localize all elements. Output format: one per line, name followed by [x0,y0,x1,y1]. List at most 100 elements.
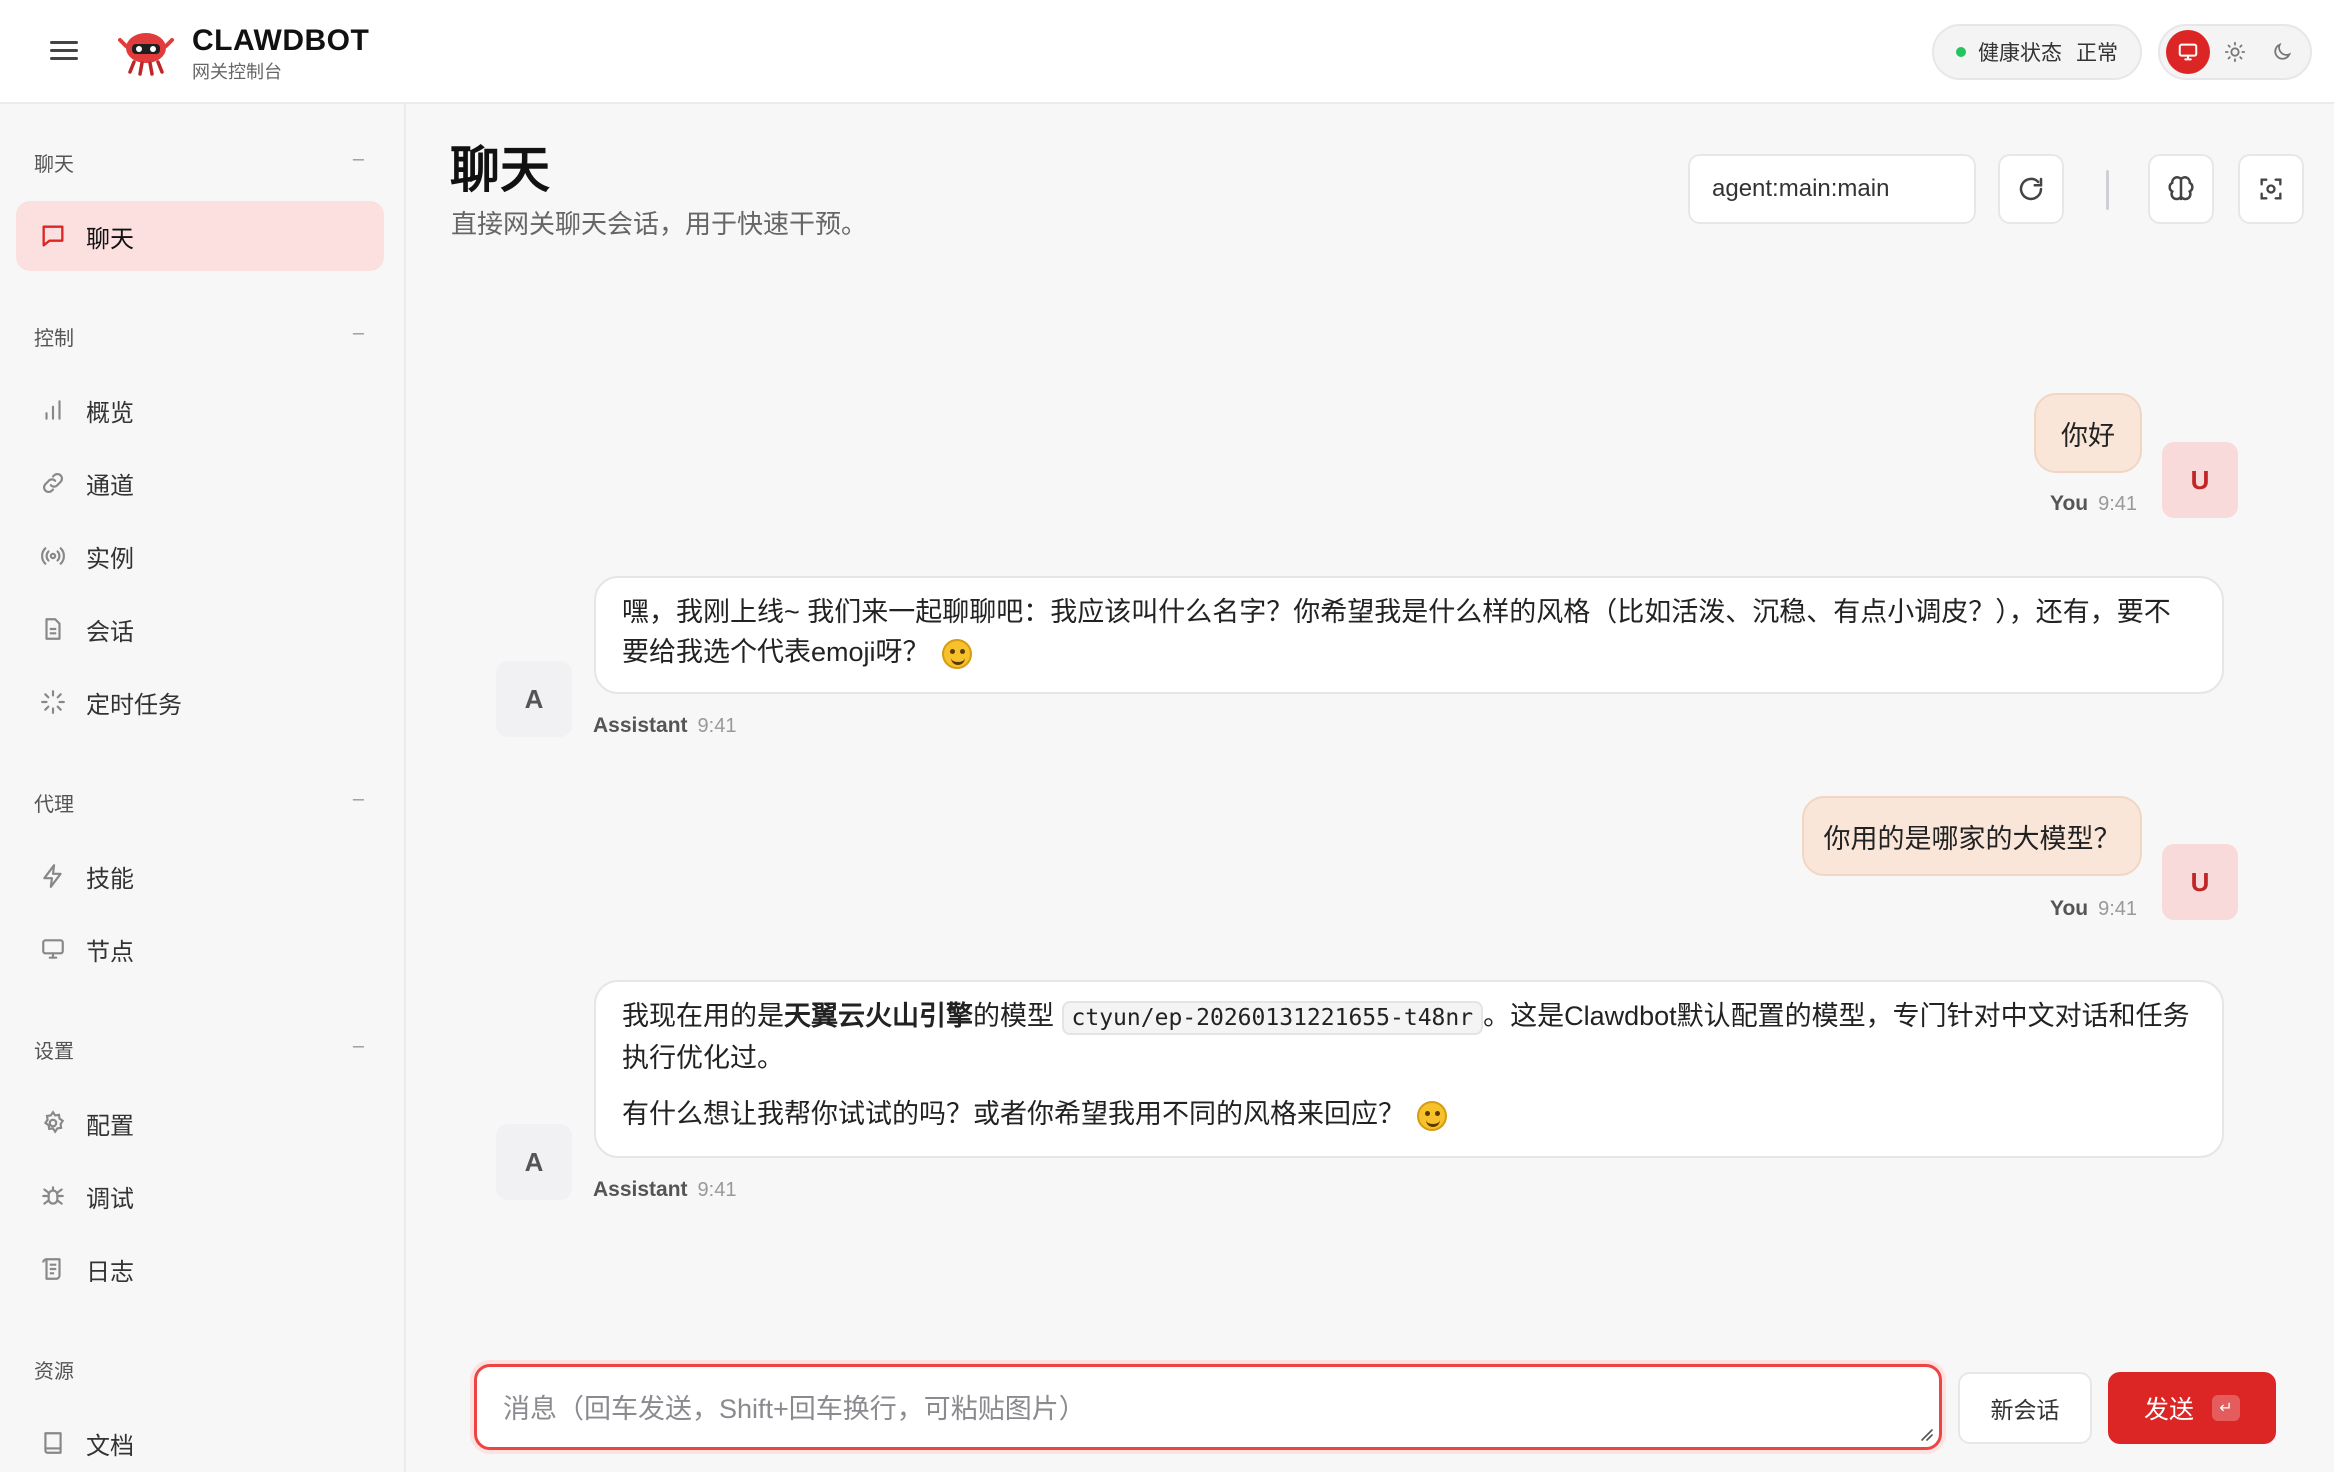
inline-code: ctyun/ep-20260131221655-t48nr [1061,1001,1484,1035]
message-text: 有什么想让我帮你试试的吗？或者你希望我用不同的风格来回应？ [622,1099,1405,1129]
moon-icon[interactable] [2260,30,2304,74]
message-composer [474,1364,1942,1450]
brand-title: CLAWDBOT [192,24,370,57]
sidebar: 聊天 – 聊天 控制 – 概览 通道 实例 会话 定时任务 代理 – 技能 节点… [0,104,406,1472]
health-value: 正常 [2076,42,2118,65]
chat-bubble-icon [36,219,70,253]
sidebar-item-label: 实例 [86,545,134,573]
message-time: 9:41 [697,715,737,737]
sender-name: You [2050,897,2089,920]
sidebar-item-label: 概览 [86,399,134,427]
toolbar-divider [2106,170,2109,210]
section-title: 聊天 [34,154,74,176]
message-time: 9:41 [697,1179,737,1201]
sidebar-item-label: 技能 [86,865,134,893]
monitor-icon[interactable] [2166,30,2210,74]
message-meta: You 9:41 [2050,897,2137,921]
collapse-icon[interactable]: – [353,148,364,171]
loader-icon [36,685,70,719]
sidebar-item-config[interactable]: 配置 [16,1088,384,1158]
message-time: 9:41 [2098,898,2138,920]
document-icon [36,612,70,646]
sidebar-item-label: 调试 [86,1185,134,1213]
collapse-icon[interactable]: – [353,322,364,345]
scroll-icon [36,1252,70,1286]
new-session-button[interactable]: 新会话 [1958,1372,2092,1444]
sidebar-item-skills[interactable]: 技能 [16,841,384,911]
message-paragraph: 我现在用的是天翼云火山引擎的模型 ctyun/ep-20260131221655… [622,996,2196,1078]
sidebar-item-nodes[interactable]: 节点 [16,914,384,984]
sidebar-item-label: 配置 [86,1112,134,1140]
sender-name: You [2050,492,2089,515]
smile-emoji-icon [941,638,972,669]
sidebar-section-chat[interactable]: 聊天 – [34,148,364,177]
message-meta: Assistant 9:41 [593,1178,736,1202]
collapse-icon[interactable]: – [353,788,364,811]
sidebar-section-agent[interactable]: 代理 – [34,788,364,817]
refresh-button[interactable] [1998,154,2064,224]
thinking-toggle-button[interactable] [2148,154,2214,224]
page-title: 聊天 [450,142,550,198]
sidebar-item-instances[interactable]: 实例 [16,521,384,591]
sidebar-item-label: 节点 [86,938,134,966]
sun-icon[interactable] [2213,30,2257,74]
sidebar-item-debug[interactable]: 调试 [16,1161,384,1231]
message-input[interactable] [477,1367,1939,1447]
bug-icon [36,1179,70,1213]
sidebar-item-logs[interactable]: 日志 [16,1234,384,1304]
sidebar-item-label: 文档 [86,1432,134,1460]
sidebar-item-overview[interactable]: 概览 [16,375,384,445]
sidebar-item-label: 日志 [86,1258,134,1286]
sidebar-item-label: 聊天 [86,225,134,253]
sidebar-item-chat[interactable]: 聊天 [16,201,384,271]
collapse-icon[interactable]: – [353,1035,364,1058]
section-title: 资源 [34,1361,74,1383]
link-icon [36,466,70,500]
grin-emoji-icon [1417,1100,1447,1131]
user-message-bubble: 你用的是哪家的大模型？ [1802,796,2142,876]
sidebar-section-resources[interactable]: 资源 [34,1355,364,1384]
clawdbot-logo [118,33,174,76]
message-meta: Assistant 9:41 [593,714,736,738]
session-key-input[interactable] [1688,154,1976,224]
message-text: 我现在用的是 [622,1001,784,1031]
sidebar-section-settings[interactable]: 设置 – [34,1035,364,1064]
sidebar-item-cron[interactable]: 定时任务 [16,667,384,737]
sidebar-section-control[interactable]: 控制 – [34,322,364,351]
sidebar-item-sessions[interactable]: 会话 [16,594,384,664]
assistant-message-bubble: 嘿，我刚上线~ 我们来一起聊聊吧：我应该叫什么名字？你希望我是什么样的风格（比如… [594,576,2224,694]
brand-subtitle: 网关控制台 [192,62,282,82]
health-status: 健康状态 正常 [1932,24,2142,80]
resize-handle-icon[interactable] [1919,1427,1933,1441]
sender-name: Assistant [593,1178,688,1201]
health-label: 健康状态 [1978,42,2062,65]
status-dot-icon [1956,47,1966,57]
sidebar-item-label: 会话 [86,618,134,646]
enter-key-icon: ↵ [2212,1395,2240,1421]
sidebar-item-label: 通道 [86,472,134,500]
send-label: 发送 [2143,1396,2194,1424]
gear-icon [36,1106,70,1140]
sidebar-item-docs[interactable]: 文档 [16,1408,384,1472]
message-text: 的模型 [973,1001,1054,1031]
bar-chart-icon [36,393,70,427]
message-paragraph: 有什么想让我帮你试试的吗？或者你希望我用不同的风格来回应？ [622,1094,2196,1134]
assistant-message-bubble: 我现在用的是天翼云火山引擎的模型 ctyun/ep-20260131221655… [594,980,2224,1158]
section-title: 设置 [34,1041,74,1063]
monitor-icon [36,932,70,966]
sidebar-item-channels[interactable]: 通道 [16,448,384,518]
avatar: A [496,661,572,737]
message-meta: You 9:41 [2050,492,2137,516]
section-title: 代理 [34,794,74,816]
focus-mode-button[interactable] [2238,154,2304,224]
send-button[interactable]: 发送 ↵ [2108,1372,2276,1444]
avatar: U [2162,844,2238,920]
refresh-icon [2019,177,2043,201]
lightning-icon [36,859,70,893]
book-icon [36,1426,70,1460]
avatar: A [496,1124,572,1200]
message-bold-text: 天翼云火山引擎 [784,1001,973,1031]
menu-icon[interactable] [44,36,84,68]
section-title: 控制 [34,328,74,350]
page-subtitle: 直接网关聊天会话，用于快速干预。 [451,209,868,239]
